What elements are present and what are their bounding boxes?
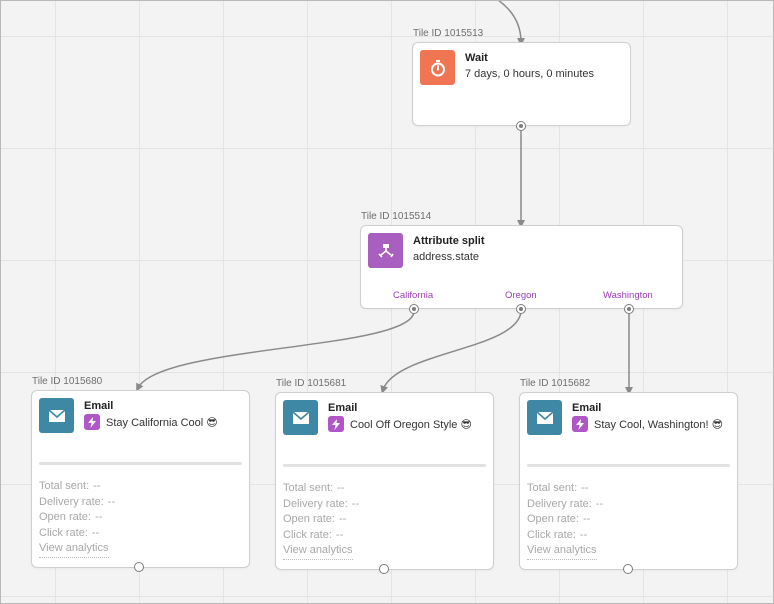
lightning-bolt-icon xyxy=(572,416,588,432)
lightning-bolt-icon xyxy=(84,414,100,430)
email-tile-washington[interactable]: Email Stay Cool, Washington! 😎 Total sen… xyxy=(519,392,738,570)
email-subject: Cool Off Oregon Style 😎 xyxy=(350,418,472,431)
washington-output-port[interactable] xyxy=(624,304,634,314)
split-icon xyxy=(368,233,403,268)
email-tile-california[interactable]: Email Stay California Cool 😎 Total sent:… xyxy=(31,390,250,568)
wait-tile[interactable]: Wait 7 days, 0 hours, 0 minutes xyxy=(412,42,631,126)
divider xyxy=(283,464,486,467)
oregon-output-port[interactable] xyxy=(516,304,526,314)
california-output-port[interactable] xyxy=(409,304,419,314)
email-tile-oregon[interactable]: Email Cool Off Oregon Style 😎 Total sent… xyxy=(275,392,494,570)
email-tile-id: Tile ID 1015680 xyxy=(32,376,103,387)
branch-label-oregon: Oregon xyxy=(505,290,537,301)
email-output-port[interactable] xyxy=(379,564,389,574)
wait-output-port[interactable] xyxy=(516,121,526,131)
lightning-bolt-icon xyxy=(328,416,344,432)
stat-delivery-rate: Delivery rate: -- xyxy=(283,497,360,510)
split-attribute: address.state xyxy=(413,251,480,263)
stat-click-rate: Click rate: -- xyxy=(527,528,588,541)
email-title: Email xyxy=(328,402,358,414)
wait-duration: 7 days, 0 hours, 0 minutes xyxy=(465,68,595,80)
email-title: Email xyxy=(572,402,602,414)
wait-title: Wait xyxy=(465,52,488,64)
view-analytics-link[interactable]: View analytics xyxy=(39,541,109,558)
email-output-port[interactable] xyxy=(134,562,144,572)
stat-total-sent: Total sent: -- xyxy=(39,480,101,492)
stat-total-sent: Total sent: -- xyxy=(527,482,589,494)
stat-delivery-rate: Delivery rate: -- xyxy=(39,495,116,508)
stat-click-rate: Click rate: -- xyxy=(283,528,344,541)
branch-label-california: California xyxy=(393,290,434,301)
stopwatch-icon xyxy=(420,50,455,85)
split-title: Attribute split xyxy=(413,235,485,247)
split-tile-id: Tile ID 1015514 xyxy=(361,211,432,222)
connector-into-wait xyxy=(497,0,525,46)
view-analytics-link[interactable]: View analytics xyxy=(283,543,353,560)
email-subject: Stay Cool, Washington! 😎 xyxy=(594,418,724,431)
divider xyxy=(527,464,730,467)
stat-total-sent: Total sent: -- xyxy=(283,482,345,494)
divider xyxy=(39,462,242,465)
envelope-icon xyxy=(283,400,318,435)
stat-open-rate: Open rate: -- xyxy=(283,513,347,525)
wait-tile-id: Tile ID 1015513 xyxy=(413,28,484,39)
stat-open-rate: Open rate: -- xyxy=(527,513,591,525)
email-title: Email xyxy=(84,400,114,412)
stat-click-rate: Click rate: -- xyxy=(39,526,100,539)
email-tile-id: Tile ID 1015682 xyxy=(520,378,591,389)
branch-label-washington: Washington xyxy=(603,290,653,301)
envelope-icon xyxy=(39,398,74,433)
stat-delivery-rate: Delivery rate: -- xyxy=(527,497,604,510)
email-output-port[interactable] xyxy=(623,564,633,574)
email-tile-id: Tile ID 1015681 xyxy=(276,378,347,389)
attribute-split-tile[interactable]: Attribute split address.state California… xyxy=(360,225,683,309)
connector-california xyxy=(136,311,415,392)
envelope-icon xyxy=(527,400,562,435)
view-analytics-link[interactable]: View analytics xyxy=(527,543,597,560)
stat-open-rate: Open rate: -- xyxy=(39,511,103,523)
email-subject: Stay California Cool 😎 xyxy=(106,416,218,429)
